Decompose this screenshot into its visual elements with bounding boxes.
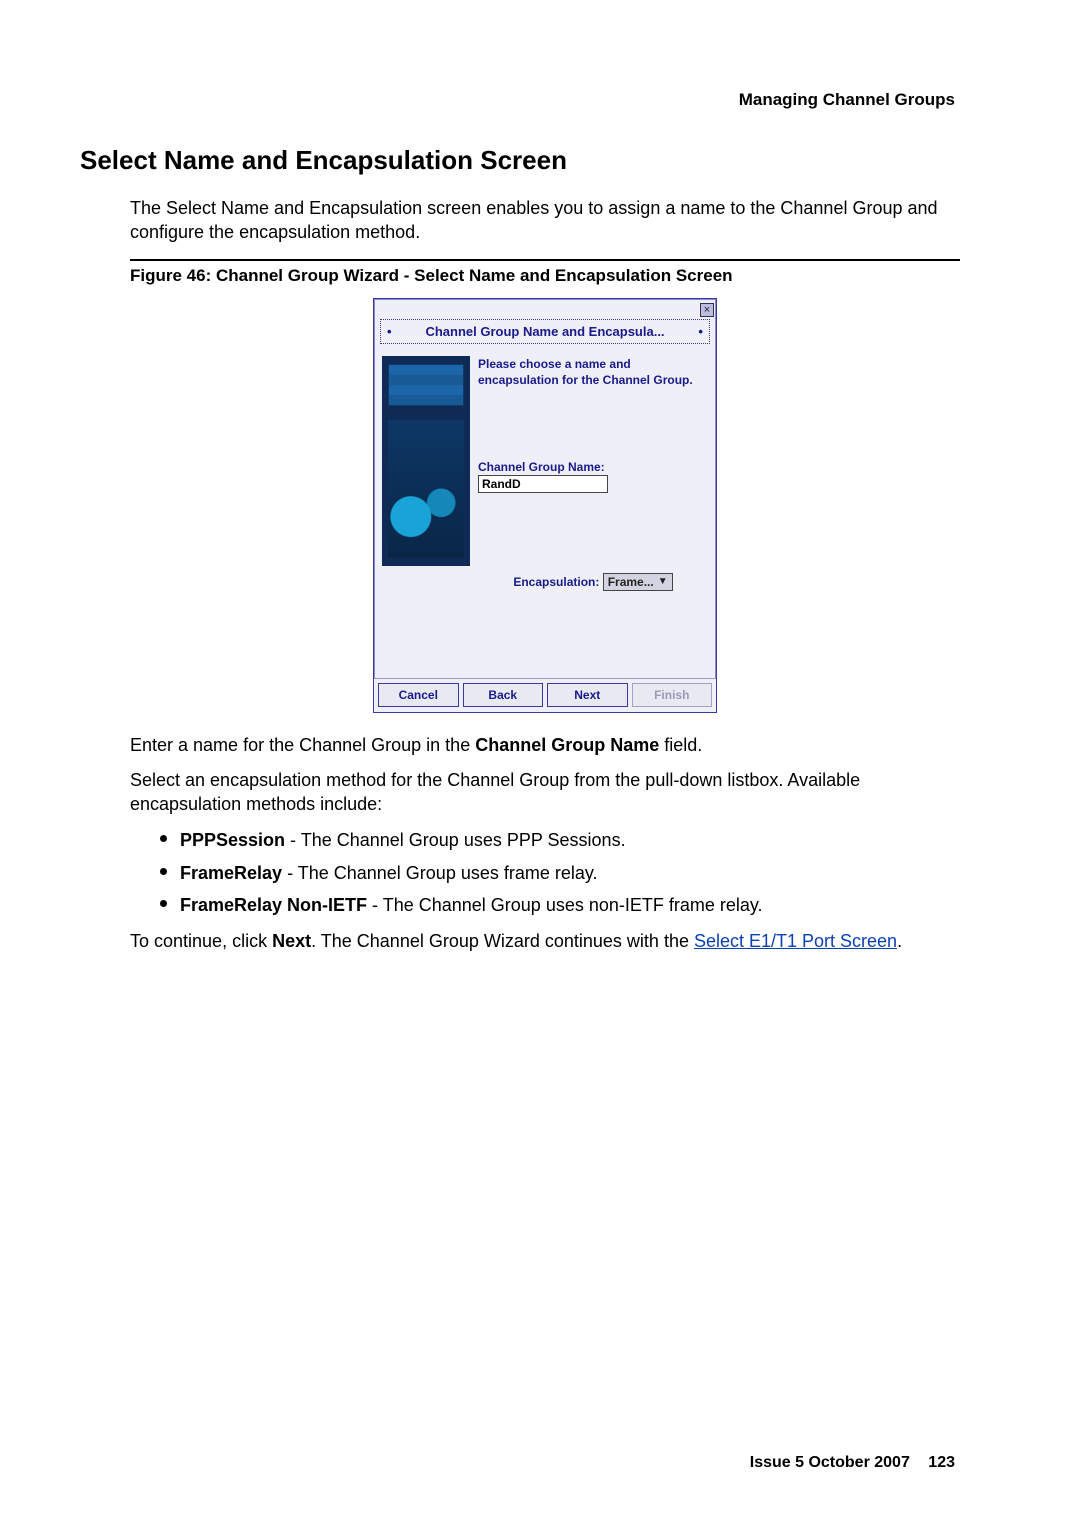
next-bold: Next [272,931,311,951]
finish-button: Finish [632,683,713,707]
list-item: PPPSession - The Channel Group uses PPP … [160,828,960,852]
intro-paragraph: The Select Name and Encapsulation screen… [130,196,960,245]
continue-paragraph: To continue, click Next. The Channel Gro… [130,929,960,953]
select-e1t1-port-screen-link[interactable]: Select E1/T1 Port Screen [694,931,897,951]
list-item: FrameRelay - The Channel Group uses fram… [160,861,960,885]
text-fragment: Enter a name for the Channel Group in th… [130,735,475,755]
encapsulation-value: Frame... [608,574,654,590]
back-button[interactable]: Back [463,683,544,707]
page-header-section: Managing Channel Groups [739,90,955,110]
channel-group-name-field[interactable] [478,475,608,493]
chevron-down-icon: ▼ [658,575,668,589]
wizard-title-bar: • Channel Group Name and Encapsula... • [380,319,710,345]
text-fragment: field. [659,735,702,755]
footer-page-number: 123 [928,1454,955,1471]
list-term: PPPSession [180,830,285,850]
list-desc: - The Channel Group uses PPP Sessions. [285,830,626,850]
select-encap-paragraph: Select an encapsulation method for the C… [130,768,960,817]
page-footer: Issue 5 October 2007 123 [750,1454,955,1472]
figure-rule [130,259,960,261]
wizard-title-text: Channel Group Name and Encapsula... [425,323,664,341]
list-term: FrameRelay [180,863,282,883]
wizard-instruction: Please choose a name and encapsulation f… [478,356,708,388]
channel-group-name-bold: Channel Group Name [475,735,659,755]
encapsulation-list: PPPSession - The Channel Group uses PPP … [130,828,960,917]
list-term: FrameRelay Non-IETF [180,895,367,915]
figure-caption: Figure 46: Channel Group Wizard - Select… [130,265,960,288]
text-fragment: To continue, click [130,931,272,951]
wizard-title-dot-left: • [387,323,392,341]
text-fragment: . [897,931,902,951]
enter-name-paragraph: Enter a name for the Channel Group in th… [130,733,960,757]
channel-group-name-label: Channel Group Name: [478,459,708,475]
footer-issue: Issue 5 October 2007 [750,1454,910,1471]
wizard-illustration [382,356,470,566]
list-desc: - The Channel Group uses frame relay. [282,863,597,883]
wizard-title-dot-right: • [698,323,703,341]
list-item: FrameRelay Non-IETF - The Channel Group … [160,893,960,917]
encapsulation-label: Encapsulation: [513,575,599,589]
text-fragment: . The Channel Group Wizard continues wit… [311,931,694,951]
cancel-button[interactable]: Cancel [378,683,459,707]
next-button[interactable]: Next [547,683,628,707]
list-desc: - The Channel Group uses non-IETF frame … [367,895,763,915]
encapsulation-select[interactable]: Frame... ▼ [603,573,673,591]
section-title: Select Name and Encapsulation Screen [80,145,960,176]
close-icon[interactable]: × [700,303,714,317]
wizard-screenshot: × • Channel Group Name and Encapsula... … [373,298,717,714]
